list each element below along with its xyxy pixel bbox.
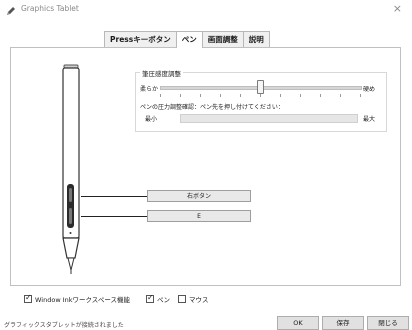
pressure-test-bar [180,114,358,123]
tab-bar: Pressキーボタン ペン 画面調整 説明 [104,31,270,48]
soft-label: 柔らか [140,86,159,93]
tab-press-key-buttons[interactable]: Pressキーボタン [104,31,177,47]
slider-tick [180,94,181,97]
tab-description[interactable]: 説明 [242,31,270,47]
mouse-checkbox[interactable] [178,295,186,303]
pen-illustration [62,64,80,274]
slider-tick [300,94,301,97]
mouse-option[interactable]: マウス [178,294,209,304]
slider-ticks [160,94,361,98]
pen-checkbox[interactable] [146,293,154,303]
tab-pen[interactable]: ペン [175,31,203,48]
pen-icon [7,7,15,15]
close-icon[interactable]: × [393,3,402,15]
title-bar: Graphics Tablet × [0,0,412,22]
pen-lower-button-setting[interactable]: E [147,210,251,222]
slider-tick [340,94,341,97]
lower-button-callout-line [81,216,147,217]
slider-tick [240,94,241,97]
slider-tick [280,94,281,97]
pen-option[interactable]: ペン [146,293,170,304]
upper-button-callout-line [81,196,147,197]
windows-ink-checkbox[interactable] [24,293,32,303]
hard-label: 硬め [363,86,376,93]
sensitivity-slider-thumb[interactable] [257,80,264,94]
pen-upper-button-setting[interactable]: 右ボタン [147,190,251,202]
pen-label: ペン [157,296,170,304]
tab-screen-adjustment[interactable]: 画面調整 [201,31,244,47]
min-label: 最小 [145,116,158,123]
slider-tick [360,94,361,97]
window-title: Graphics Tablet [21,4,79,13]
max-label: 最大 [363,116,376,123]
slider-tick [320,94,321,97]
mouse-label: マウス [189,296,209,304]
windows-ink-label: Window Inkワークスペース機能 [35,296,131,304]
pressure-test-instruction: ペンの圧力調整確認：ペン先を押し付けてください： [140,104,284,111]
slider-tick [260,94,261,97]
slider-tick [220,94,221,97]
slider-tick [160,94,161,97]
windows-ink-option[interactable]: Window Inkワークスペース機能 [24,293,131,304]
slider-tick [200,94,201,97]
pressure-sensitivity-title: 筆圧感度調整 [140,68,183,78]
